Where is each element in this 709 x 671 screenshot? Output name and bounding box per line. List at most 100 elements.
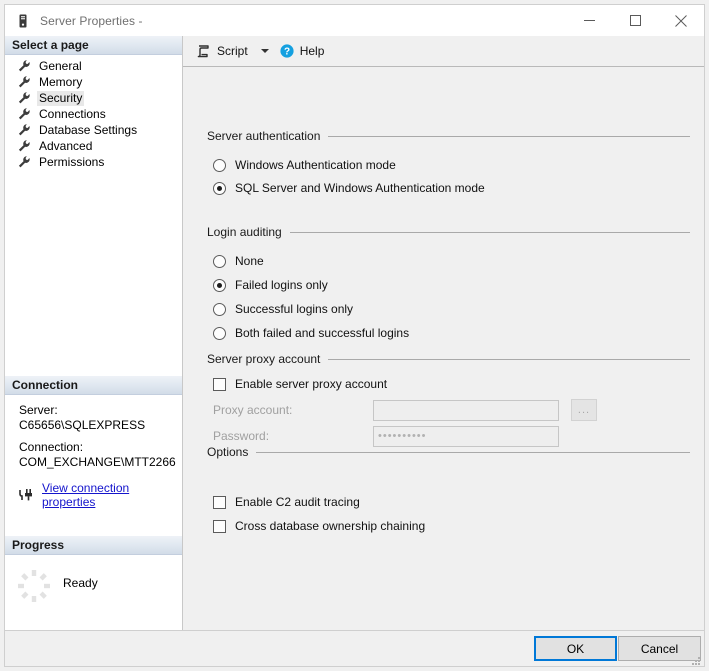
radio-indicator [213,158,226,172]
password-row: Password: •••••••••• [213,425,690,447]
checkbox-indicator [213,519,226,533]
radio-indicator [213,326,226,340]
radio-audit-successful-only[interactable]: Successful logins only [213,300,690,318]
server-icon [15,13,31,29]
dialog-footer: OK Cancel [4,631,705,667]
group-divider [328,135,690,137]
progress-header: Progress [5,536,182,555]
option-label: Enable C2 audit tracing [235,495,360,509]
chevron-down-icon[interactable] [260,49,269,53]
sidebar-item-label: Permissions [39,154,105,169]
server-authentication-title: Server authentication [207,129,690,143]
view-connection-properties-row[interactable]: View connection properties [19,481,182,509]
script-icon [196,44,211,59]
option-label: SQL Server and Windows Authentication mo… [235,181,485,195]
progress-body: Ready [5,555,182,605]
sidebar-item-label: Advanced [39,138,93,153]
group-divider [289,231,690,233]
connection-section: Connection Server: C65656\SQLEXPRESS Con… [5,376,182,509]
checkbox-enable-c2-audit-tracing[interactable]: Enable C2 audit tracing [213,493,690,511]
progress-status: Ready [63,576,98,590]
connection-details: Server: C65656\SQLEXPRESS Connection: CO… [5,395,182,509]
page-list: General Memory Security Connections Data… [5,55,182,170]
script-button[interactable]: Script [193,40,251,62]
security-form: Server authentication Windows Authentica… [183,67,704,630]
main-pane: Script ? Help Server authentication Wind… [183,36,704,630]
sidebar-item-memory[interactable]: Memory [5,74,182,90]
sidebar-item-general[interactable]: General [5,58,182,74]
server-proxy-account-group: Server proxy account Enable server proxy… [207,352,690,447]
proxy-account-row: Proxy account: ... [213,399,690,421]
checkbox-cross-database-ownership-chaining[interactable]: Cross database ownership chaining [213,517,690,535]
proxy-account-input[interactable] [373,399,559,421]
option-label: Both failed and successful logins [235,326,410,340]
browse-button[interactable]: ... [571,399,597,421]
sidebar-item-permissions[interactable]: Permissions [5,154,182,170]
sidebar-item-label: Memory [39,74,83,89]
password-label: Password: [213,429,270,443]
radio-audit-both[interactable]: Both failed and successful logins [213,324,690,342]
progress-section: Progress Ready [5,536,182,605]
title-bar: Server Properties - [4,4,705,36]
connection-value: COM_EXCHANGE\MTT2266 [19,455,176,469]
option-label: Failed logins only [235,278,328,292]
wrench-icon [17,123,31,137]
radio-indicator [213,278,226,292]
help-question-icon: ? [280,44,294,58]
close-icon[interactable] [658,5,704,36]
sidebar-item-label: General [39,58,82,73]
radio-indicator [213,181,226,195]
option-label: Successful logins only [235,302,354,316]
wrench-icon [17,91,31,105]
radio-audit-none[interactable]: None [213,252,690,270]
minimize-icon[interactable] [566,5,612,36]
ok-button[interactable]: OK [534,636,617,661]
sidebar-item-label: Connections [39,106,106,121]
sidebar-item-advanced[interactable]: Advanced [5,138,182,154]
sidebar-item-label: Database Settings [39,122,138,137]
plug-icon [19,488,35,502]
checkbox-indicator [213,495,226,509]
svg-text:?: ? [284,47,290,58]
option-label: None [235,254,264,268]
resize-grip[interactable] [690,653,701,665]
server-proxy-account-title: Server proxy account [207,352,690,366]
option-label: Cross database ownership chaining [235,519,426,533]
group-divider [328,358,690,360]
view-connection-properties-link[interactable]: View connection properties [42,481,182,509]
wrench-icon [17,107,31,121]
connection-header: Connection [5,376,182,395]
login-auditing-title: Login auditing [207,225,690,239]
radio-sql-and-windows-authentication[interactable]: SQL Server and Windows Authentication mo… [213,179,690,197]
sidebar-item-connections[interactable]: Connections [5,106,182,122]
radio-indicator [213,254,226,268]
connection-label: Connection: [19,440,84,454]
radio-audit-failed-only[interactable]: Failed logins only [213,276,690,294]
checkbox-enable-server-proxy-account[interactable]: Enable server proxy account [213,375,690,393]
password-input[interactable]: •••••••••• [373,425,559,447]
sidebar-item-database-settings[interactable]: Database Settings [5,122,182,138]
option-label: Windows Authentication mode [235,158,396,172]
radio-windows-authentication[interactable]: Windows Authentication mode [213,156,690,174]
select-a-page-header: Select a page [5,36,182,55]
login-auditing-group: Login auditing None Failed logins only S… [207,225,690,342]
window-title: Server Properties - [40,13,143,28]
wrench-icon [17,75,31,89]
server-authentication-group: Server authentication Windows Authentica… [207,129,690,197]
wrench-icon [17,59,31,73]
options-title: Options [207,445,690,459]
maximize-icon[interactable] [612,5,658,36]
proxy-account-label: Proxy account: [213,403,293,417]
window-controls [566,5,704,36]
help-button[interactable]: ? Help [277,40,328,62]
radio-indicator [213,302,226,316]
sidebar: Select a page General Memory Security Co… [5,36,183,630]
server-value: C65656\SQLEXPRESS [19,418,146,432]
sidebar-item-security[interactable]: Security [5,90,182,106]
checkbox-indicator [213,377,226,391]
cancel-button[interactable]: Cancel [618,636,701,661]
server-label: Server: [19,403,58,417]
dialog-body: Select a page General Memory Security Co… [4,36,705,631]
sidebar-item-label: Security [37,90,85,106]
loading-spinner-icon [15,567,53,605]
